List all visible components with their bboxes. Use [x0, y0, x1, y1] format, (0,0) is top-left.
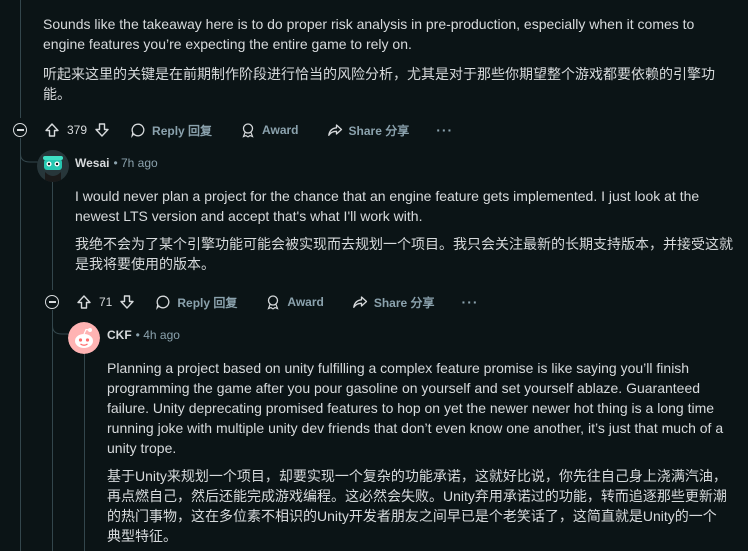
upvote-button[interactable]: [44, 122, 60, 138]
share-label: Share 分享: [373, 295, 435, 310]
award-icon: [267, 295, 279, 310]
thread-line: [52, 182, 53, 290]
more-options-icon[interactable]: ···: [436, 122, 453, 138]
comment-meta: CKF • 4h ago: [107, 328, 180, 342]
share-button[interactable]: Share 分享: [327, 122, 410, 139]
upvote-icon: [77, 295, 91, 309]
author-name[interactable]: Wesai: [75, 156, 109, 170]
share-icon: [327, 124, 342, 136]
reply-label: Reply 回复: [152, 123, 213, 138]
collapse-icon[interactable]: [13, 123, 27, 137]
vote-count: 379: [67, 123, 88, 137]
upvote-icon: [45, 123, 59, 137]
avatar[interactable]: [37, 150, 69, 182]
avatar-image: [37, 150, 69, 182]
share-button[interactable]: Share 分享: [352, 294, 435, 311]
share-label: Share 分享: [348, 123, 410, 138]
downvote-button[interactable]: [119, 294, 135, 310]
author-name[interactable]: CKF: [107, 328, 132, 342]
award-icon: [242, 123, 254, 138]
award-label: Award: [262, 123, 299, 137]
avatar[interactable]: [68, 322, 100, 354]
comment-meta: Wesai • 7h ago: [75, 156, 158, 170]
share-icon: [352, 296, 367, 308]
thread-line: [20, 0, 21, 118]
comment-body-zh: 基于Unity来规划一个项目，却要实现一个复杂的功能承诺，这就好比说，你先往自己…: [107, 468, 727, 544]
downvote-button[interactable]: [94, 122, 110, 138]
award-button[interactable]: Award: [265, 294, 324, 310]
award-button[interactable]: Award: [240, 122, 299, 138]
comment-body-en: Sounds like the takeaway here is to do p…: [43, 16, 695, 52]
downvote-icon: [120, 295, 135, 309]
avatar-image: [68, 322, 100, 354]
comment-body-en: Planning a project based on unity fulfil…: [107, 360, 724, 456]
reply-button[interactable]: Reply 回复: [130, 122, 212, 139]
downvote-icon: [95, 123, 109, 137]
comment-body-en: I would never plan a project for the cha…: [75, 188, 700, 224]
more-options-icon[interactable]: ···: [462, 294, 479, 310]
vote-count: 71: [99, 295, 113, 309]
reply-icon: [156, 295, 170, 310]
comment-body-zh: 听起来这里的关键是在前期制作阶段进行恰当的风险分析，尤其是对于那些你期望整个游戏…: [43, 66, 715, 102]
timestamp: • 7h ago: [113, 156, 158, 170]
award-label: Award: [287, 295, 324, 309]
upvote-button[interactable]: [76, 294, 92, 310]
collapse-icon[interactable]: [45, 295, 59, 309]
comment-body-zh: 我绝不会为了某个引擎功能可能会被实现而去规划一个项目。我只会关注最新的长期支持版…: [75, 236, 733, 272]
reply-button[interactable]: Reply 回复: [155, 294, 237, 311]
thread-line: [52, 310, 53, 551]
comment-actions: 71 Reply 回复 Award Share 分享 ···: [76, 290, 479, 314]
thread-line: [84, 352, 85, 551]
thread-line: [20, 138, 21, 551]
comment-actions: 379 Reply 回复 Award Share 分享 ···: [44, 118, 453, 142]
reply-icon: [131, 123, 145, 138]
timestamp: • 4h ago: [135, 328, 180, 342]
reply-label: Reply 回复: [177, 295, 238, 310]
